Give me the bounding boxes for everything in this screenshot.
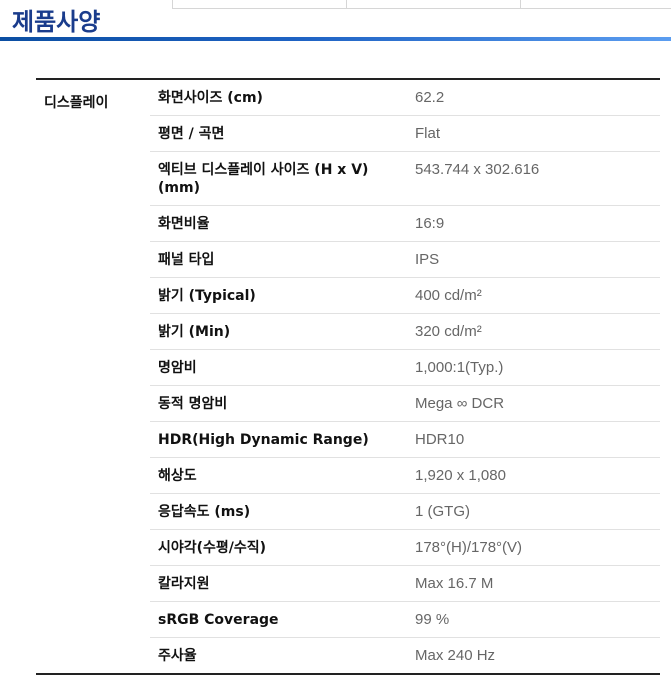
spec-value: IPS [415, 251, 440, 268]
spec-key: 응답속도 (ms) [158, 504, 251, 520]
top-tab-strip [172, 0, 671, 9]
spec-row: 밝기 (Min) 320 cd/m² [150, 314, 660, 350]
spec-key: 주사율 [158, 648, 197, 664]
spec-rows: 화면사이즈 (cm) 62.2 평면 / 곡면 Flat 엑티브 디스플레이 사이즈… [150, 80, 660, 673]
spec-value: 1,920 x 1,080 [415, 467, 506, 484]
spec-row: 명암비 1,000:1(Typ.) [150, 350, 660, 386]
spec-row: 주사율 Max 240 Hz [150, 638, 660, 673]
spec-row: 해상도 1,920 x 1,080 [150, 458, 660, 494]
spec-value: 16:9 [415, 215, 445, 232]
spec-key: HDR(High Dynamic Range) [158, 432, 369, 448]
spec-row: sRGB Coverage 99 % [150, 602, 660, 638]
tab-divider [346, 0, 347, 8]
tab-divider [172, 0, 173, 8]
spec-key: 시야각(수평/수직) [158, 540, 267, 556]
spec-key: 밝기 (Typical) [158, 288, 256, 304]
spec-key: 동적 명암비 [158, 396, 228, 412]
spec-section-display: 디스플레이 화면사이즈 (cm) 62.2 평면 / 곡면 Flat 엑티브 디스플… [36, 78, 660, 675]
spec-key: 밝기 (Min) [158, 324, 231, 340]
spec-key: 평면 / 곡면 [158, 126, 225, 142]
spec-value: Max 16.7 M [415, 575, 494, 592]
page-title: 제품사양 [12, 8, 101, 36]
spec-key: 명암비 [158, 360, 197, 376]
spec-key: 패널 타입 [158, 252, 215, 268]
spec-row: 패널 타입 IPS [150, 242, 660, 278]
spec-row: 엑티브 디스플레이 사이즈 (H x V) (mm) 543.744 x 302.… [150, 152, 660, 206]
tab-divider [520, 0, 521, 8]
spec-row: 칼라지원 Max 16.7 M [150, 566, 660, 602]
spec-key: 화면비율 [158, 216, 210, 232]
spec-key: 화면사이즈 (cm) [158, 90, 263, 106]
spec-row: 동적 명암비 Mega ∞ DCR [150, 386, 660, 422]
spec-value: Max 240 Hz [415, 647, 496, 664]
spec-value: 1 (GTG) [415, 503, 470, 520]
spec-value: 543.744 x 302.616 [415, 161, 540, 178]
spec-value: 99 % [415, 611, 450, 628]
spec-row: 화면비율 16:9 [150, 206, 660, 242]
spec-value: 320 cd/m² [415, 323, 482, 340]
spec-key: sRGB Coverage [158, 612, 279, 628]
spec-value: Flat [415, 125, 441, 142]
spec-value: 62.2 [415, 89, 445, 106]
section-label: 디스플레이 [44, 95, 109, 111]
spec-row: HDR(High Dynamic Range) HDR10 [150, 422, 660, 458]
spec-row: 평면 / 곡면 Flat [150, 116, 660, 152]
title-underline [0, 37, 671, 41]
spec-row: 화면사이즈 (cm) 62.2 [150, 80, 660, 116]
spec-row: 시야각(수평/수직) 178°(H)/178°(V) [150, 530, 660, 566]
spec-key: 엑티브 디스플레이 사이즈 (H x V) (mm) [158, 162, 369, 196]
spec-value: 178°(H)/178°(V) [415, 539, 523, 556]
spec-value: HDR10 [415, 431, 465, 448]
spec-row: 응답속도 (ms) 1 (GTG) [150, 494, 660, 530]
spec-value: Mega ∞ DCR [415, 395, 505, 412]
spec-key: 칼라지원 [158, 576, 210, 592]
spec-value: 1,000:1(Typ.) [415, 359, 504, 376]
spec-row: 밝기 (Typical) 400 cd/m² [150, 278, 660, 314]
spec-value: 400 cd/m² [415, 287, 482, 304]
spec-key: 해상도 [158, 468, 197, 484]
